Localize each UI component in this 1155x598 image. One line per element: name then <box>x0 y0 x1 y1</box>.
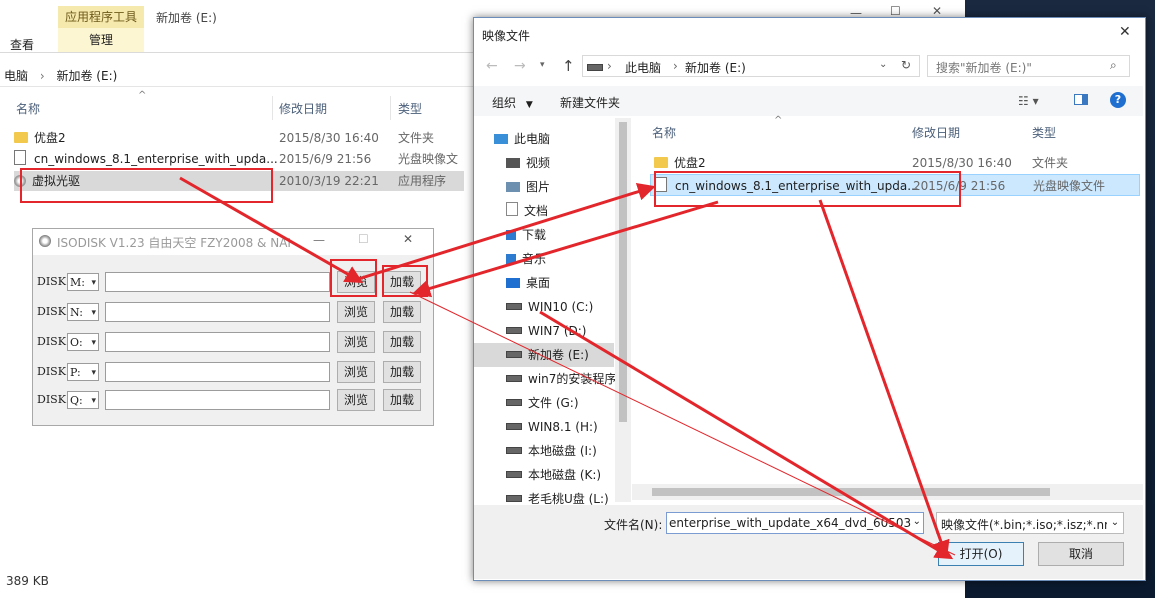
highlight-box <box>654 171 961 207</box>
arrow <box>818 199 950 559</box>
arrow <box>539 310 954 560</box>
arrow <box>179 176 364 283</box>
annotation-overlay <box>20 168 961 560</box>
arrow <box>409 291 956 556</box>
highlight-box <box>20 168 273 203</box>
